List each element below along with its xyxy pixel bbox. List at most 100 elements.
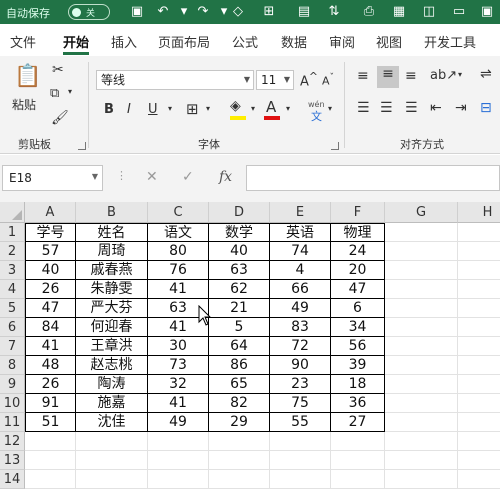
cell-a14[interactable] (25, 470, 76, 489)
cell-e5[interactable]: 49 (270, 299, 331, 318)
cell-d14[interactable] (209, 470, 270, 489)
cell-b6[interactable]: 何迎春 (76, 318, 148, 337)
underline-button[interactable]: U (148, 102, 158, 117)
cell-a2[interactable]: 57 (25, 242, 76, 261)
align-left-icon[interactable]: ☰ (357, 100, 370, 116)
chevron-down-icon[interactable]: ▾ (168, 104, 172, 113)
copy-icon[interactable]: ⧉ (50, 86, 59, 101)
cell-h1[interactable] (458, 223, 500, 242)
cell-c8[interactable]: 73 (148, 356, 209, 375)
cell-h6[interactable] (458, 318, 500, 337)
row-header-10[interactable]: 10 (0, 394, 25, 413)
cell-a4[interactable]: 26 (25, 280, 76, 299)
cell-b11[interactable]: 沈佳 (76, 413, 148, 432)
cell-f10[interactable]: 36 (331, 394, 385, 413)
cell-h5[interactable] (458, 299, 500, 318)
eraser-icon[interactable]: ◇ (229, 3, 247, 21)
tab-home[interactable]: 开始 (63, 32, 89, 51)
decrease-indent-icon[interactable]: ⇤ (430, 100, 442, 116)
increase-font-button[interactable]: A^ (300, 70, 318, 89)
cell-e11[interactable]: 55 (270, 413, 331, 432)
italic-button[interactable]: I (127, 102, 131, 117)
cell-f3[interactable]: 20 (331, 261, 385, 280)
column-header-d[interactable]: D (209, 202, 270, 223)
cell-b4[interactable]: 朱静雯 (76, 280, 148, 299)
row-header-13[interactable]: 13 (0, 451, 25, 470)
undo-icon[interactable]: ↶ (154, 3, 172, 21)
cell-e6[interactable]: 83 (270, 318, 331, 337)
cell-c4[interactable]: 41 (148, 280, 209, 299)
cell-a10[interactable]: 91 (25, 394, 76, 413)
increase-indent-icon[interactable]: ⇥ (455, 100, 467, 116)
font-launcher-icon[interactable] (331, 142, 339, 150)
cell-d5[interactable]: 21 (209, 299, 270, 318)
row-header-14[interactable]: 14 (0, 470, 25, 489)
row-header-4[interactable]: 4 (0, 280, 25, 299)
cell-e4[interactable]: 66 (270, 280, 331, 299)
cell-f13[interactable] (331, 451, 385, 470)
column-header-c[interactable]: C (148, 202, 209, 223)
cell-g1[interactable] (385, 223, 458, 242)
cell-e3[interactable]: 4 (270, 261, 331, 280)
cell-a6[interactable]: 84 (25, 318, 76, 337)
align-center-icon[interactable]: ☰ (380, 100, 393, 116)
cell-c10[interactable]: 41 (148, 394, 209, 413)
cell-g11[interactable] (385, 413, 458, 432)
cell-c7[interactable]: 30 (148, 337, 209, 356)
row-header-7[interactable]: 7 (0, 337, 25, 356)
cell-a11[interactable]: 51 (25, 413, 76, 432)
font-size-select[interactable]: 11 ▼ (256, 70, 294, 90)
cell-d1[interactable]: 数学 (209, 223, 270, 242)
cell-d3[interactable]: 63 (209, 261, 270, 280)
cell-c11[interactable]: 49 (148, 413, 209, 432)
cell-a5[interactable]: 47 (25, 299, 76, 318)
cell-e13[interactable] (270, 451, 331, 470)
autosave-toggle[interactable]: 关 (68, 4, 110, 20)
merge-center-icon[interactable]: ⊟ (480, 100, 492, 116)
cell-g10[interactable] (385, 394, 458, 413)
cell-a12[interactable] (25, 432, 76, 451)
cell-f14[interactable] (331, 470, 385, 489)
cell-b13[interactable] (76, 451, 148, 470)
cell-f12[interactable] (331, 432, 385, 451)
tab-review[interactable]: 审阅 (329, 32, 355, 51)
row-header-2[interactable]: 2 (0, 242, 25, 261)
chevron-down-icon[interactable]: ▾ (68, 87, 72, 96)
cell-b1[interactable]: 姓名 (76, 223, 148, 242)
cell-c13[interactable] (148, 451, 209, 470)
cell-g8[interactable] (385, 356, 458, 375)
insert-function-button[interactable]: fx (219, 169, 232, 185)
cell-b10[interactable]: 施嘉 (76, 394, 148, 413)
cell-f9[interactable]: 18 (331, 375, 385, 394)
cell-b12[interactable] (76, 432, 148, 451)
cell-h8[interactable] (458, 356, 500, 375)
cell-g9[interactable] (385, 375, 458, 394)
cell-e7[interactable]: 72 (270, 337, 331, 356)
cell-g2[interactable] (385, 242, 458, 261)
row-header-12[interactable]: 12 (0, 432, 25, 451)
cell-g14[interactable] (385, 470, 458, 489)
cancel-icon[interactable]: ✕ (146, 169, 158, 185)
row-header-11[interactable]: 11 (0, 413, 25, 432)
cell-d6[interactable]: 5 (209, 318, 270, 337)
column-header-e[interactable]: E (270, 202, 331, 223)
wrap-text-icon[interactable]: ⇌ (480, 66, 492, 82)
paste-button[interactable]: 粘贴 (12, 96, 36, 113)
column-header-h[interactable]: H (458, 202, 500, 223)
cell-f11[interactable]: 27 (331, 413, 385, 432)
cell-d11[interactable]: 29 (209, 413, 270, 432)
cell-d9[interactable]: 65 (209, 375, 270, 394)
align-top-icon[interactable]: ≡ (357, 68, 369, 84)
tab-file[interactable]: 文件 (10, 32, 36, 51)
chevron-down-icon[interactable]: ▾ (458, 70, 462, 79)
tab-developer[interactable]: 开发工具 (424, 32, 476, 51)
row-header-5[interactable]: 5 (0, 299, 25, 318)
border-icon[interactable]: ⊞ (186, 100, 199, 118)
select-all-button[interactable] (0, 202, 25, 223)
format-painter-icon[interactable]: 🖌 (51, 110, 69, 126)
cell-f5[interactable]: 6 (331, 299, 385, 318)
row-header-8[interactable]: 8 (0, 356, 25, 375)
cell-h10[interactable] (458, 394, 500, 413)
tab-insert[interactable]: 插入 (111, 32, 137, 51)
cell-g6[interactable] (385, 318, 458, 337)
